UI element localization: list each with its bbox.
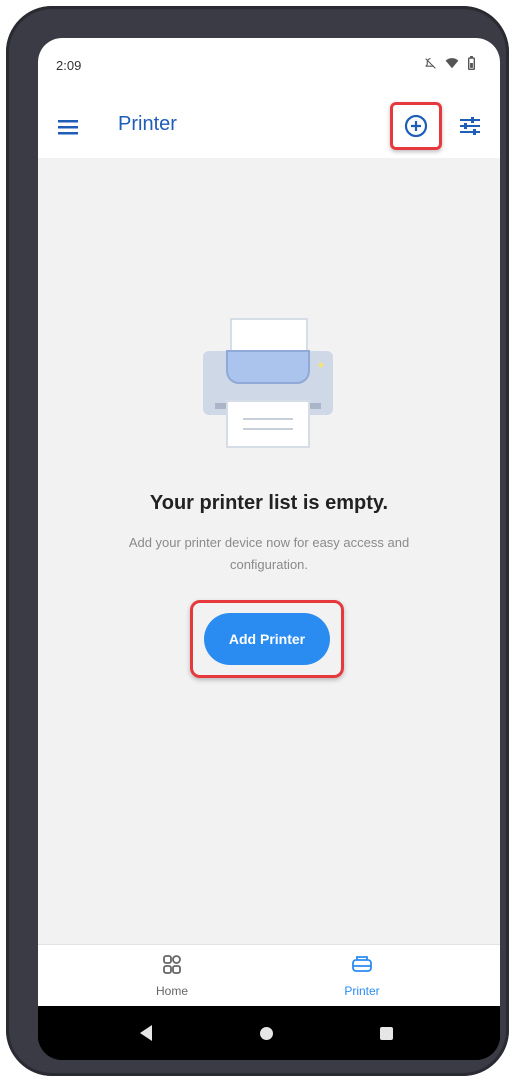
app-bar: Printer	[38, 96, 500, 159]
system-navigation-bar	[38, 1006, 500, 1060]
bottom-navigation: Home Printer	[38, 944, 500, 1007]
page-title: Printer	[118, 113, 177, 135]
tune-icon	[460, 117, 480, 135]
grid-icon	[163, 955, 181, 974]
battery-icon	[468, 56, 475, 70]
status-time: 2:09	[56, 58, 82, 73]
wifi-icon	[445, 58, 459, 69]
nav-printer-label: Printer	[344, 984, 380, 998]
menu-icon	[58, 120, 78, 135]
recents-square-icon[interactable]	[380, 1027, 393, 1040]
status-icons	[424, 56, 476, 70]
add-printer-icon-button[interactable]	[390, 102, 442, 150]
add-printer-highlight: Add Printer	[190, 600, 344, 678]
phone-screen: 2:09 Printer Your printer list is empty.…	[38, 38, 500, 1060]
nav-home[interactable]: Home	[122, 953, 222, 998]
nav-home-label: Home	[155, 984, 188, 998]
printer-illustration	[203, 318, 333, 448]
main-content: Your printer list is empty. Add your pri…	[38, 158, 500, 944]
menu-button[interactable]	[54, 113, 82, 141]
printer-icon	[352, 956, 372, 972]
back-icon[interactable]	[138, 1024, 154, 1042]
empty-state-title: Your printer list is empty.	[149, 492, 389, 514]
add-printer-button[interactable]: Add Printer	[204, 613, 330, 665]
status-bar: 2:09	[38, 38, 500, 96]
empty-state-description: Add your printer device now for easy acc…	[128, 535, 410, 572]
notifications-off-icon	[425, 57, 436, 69]
add-circle-icon	[404, 114, 428, 138]
nav-printer[interactable]: Printer	[312, 953, 412, 998]
home-circle-icon[interactable]	[260, 1027, 273, 1040]
filter-button[interactable]	[456, 112, 484, 140]
phone-frame: 2:09 Printer Your printer list is empty.…	[6, 6, 509, 1076]
